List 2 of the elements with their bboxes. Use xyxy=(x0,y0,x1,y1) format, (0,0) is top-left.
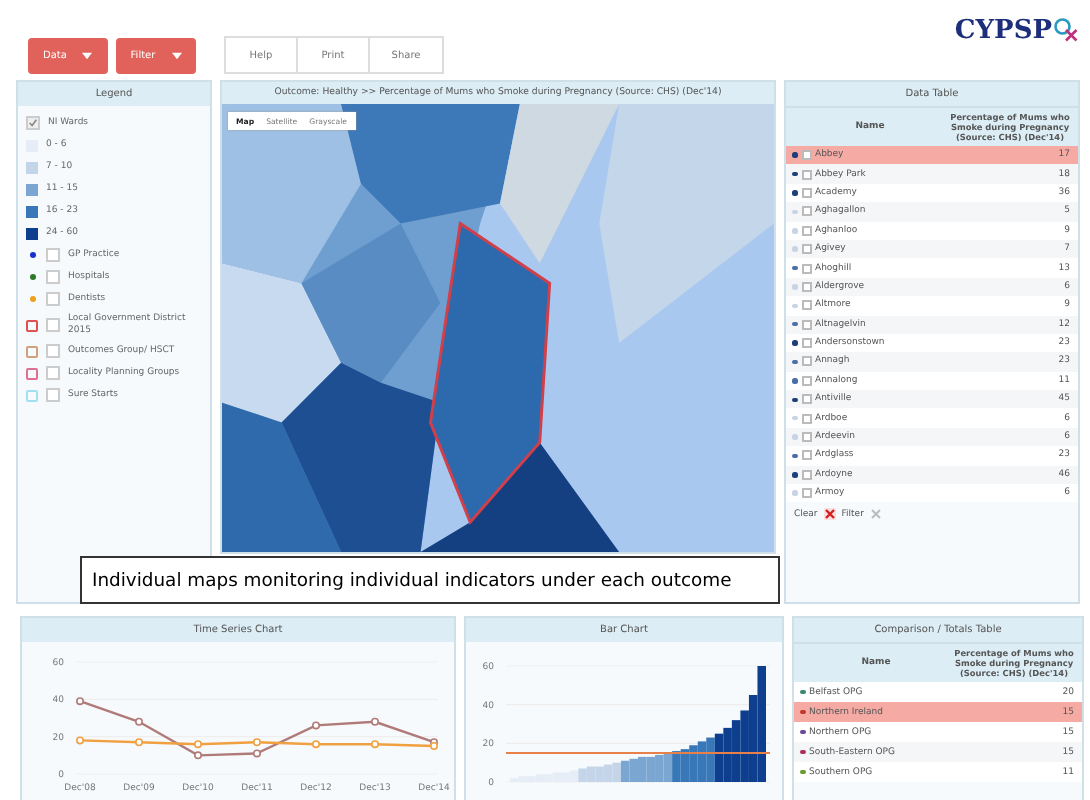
caption-box: Individual maps monitoring individual indicators under each outcome xyxy=(80,556,780,604)
logo-text: CYPSP xyxy=(954,16,1052,46)
